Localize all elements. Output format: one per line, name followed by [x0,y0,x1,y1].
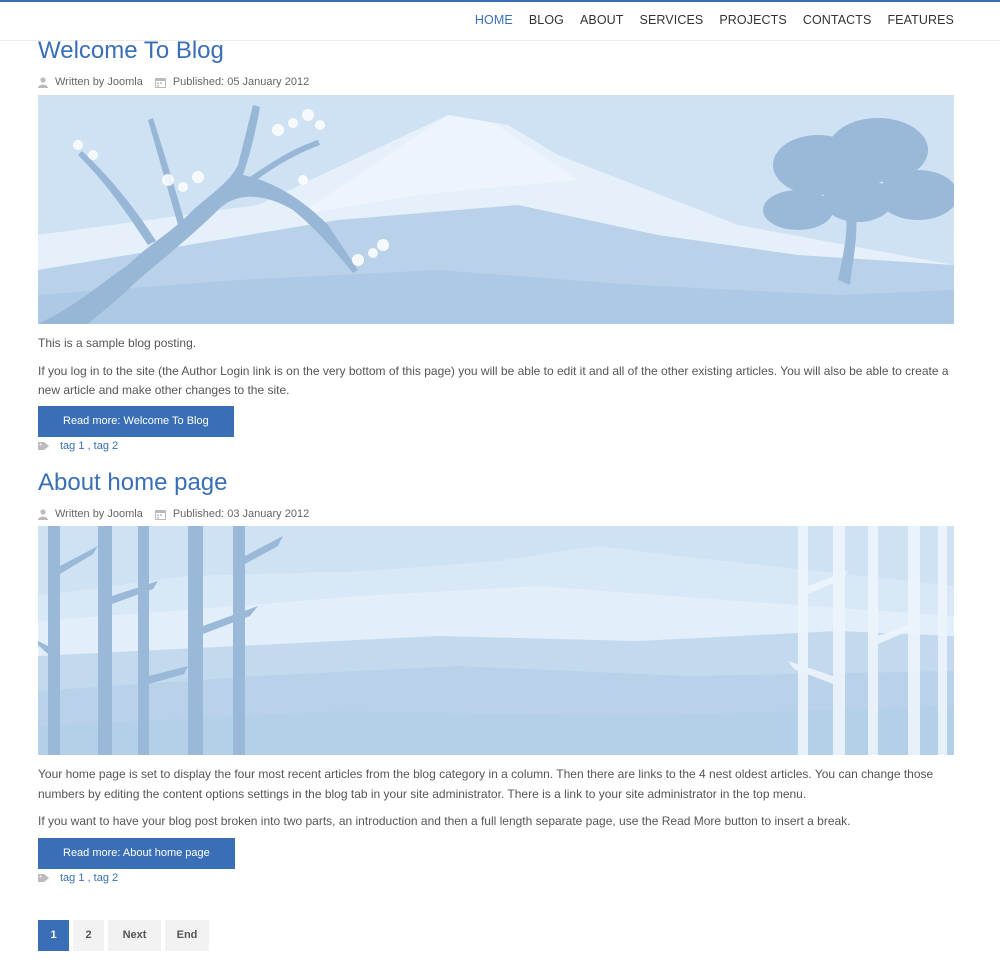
page-current[interactable]: 1 [38,920,69,951]
article-tags: tag 1 , tag 2 [38,440,118,452]
nav-item-services[interactable]: SERVICES [640,13,704,27]
article-paragraph: If you log in to the site (the Author Lo… [38,363,949,398]
article-meta: Written by Joomla Published: 03 January … [38,507,954,521]
nav-item-contacts[interactable]: CONTACTS [803,13,872,27]
article-welcome: Welcome To Blog Written by Joomla Publis… [38,37,954,452]
calendar-icon [154,509,166,520]
article-paragraph: Your home page is set to display the fou… [38,767,934,801]
tag-icon [38,874,49,882]
page-link[interactable]: 2 [73,920,104,951]
article-title[interactable]: Welcome To Blog [38,37,954,65]
article-about-home: About home page Written by Joomla Publis… [38,469,954,884]
tag-link[interactable]: tag 1 [60,440,84,452]
published-meta: Published: 03 January 2012 [154,508,310,520]
article-tags: tag 1 , tag 2 [38,872,118,884]
author-name: Written by Joomla [55,76,143,88]
author-meta: Written by Joomla [38,508,143,520]
nav-item-blog[interactable]: BLOG [529,13,564,27]
read-more-button[interactable]: Read more: About home page [38,838,235,869]
published-date: Published: 03 January 2012 [172,508,310,520]
tag-link[interactable]: tag 2 [94,872,118,884]
top-accent-line [0,0,1000,2]
author-meta: Written by Joomla [38,76,143,88]
user-icon [38,76,48,88]
article-image [38,95,954,324]
article-paragraph: This is a sample blog posting. [38,336,197,350]
nav-item-projects[interactable]: PROJECTS [719,13,786,27]
author-name: Written by Joomla [55,508,143,520]
article-title[interactable]: About home page [38,469,954,497]
article-paragraph: If you want to have your blog post broke… [38,814,851,828]
pagination: 1 2 Next End [38,920,213,951]
article-image [38,526,954,755]
published-meta: Published: 05 January 2012 [154,76,310,88]
tag-link[interactable]: tag 2 [94,440,118,452]
calendar-icon [154,77,166,88]
next-page-button[interactable]: Next [108,920,161,951]
tag-icon [38,442,49,450]
nav-item-about[interactable]: ABOUT [580,13,624,27]
nav-item-features[interactable]: FEATURES [887,13,954,27]
article-meta: Written by Joomla Published: 05 January … [38,75,954,89]
user-icon [38,508,48,520]
published-date: Published: 05 January 2012 [172,76,310,88]
end-page-button[interactable]: End [165,920,209,951]
main-nav: HOME BLOG ABOUT SERVICES PROJECTS CONTAC… [459,13,954,27]
read-more-button[interactable]: Read more: Welcome To Blog [38,406,234,437]
tag-link[interactable]: tag 1 [60,872,84,884]
nav-item-home[interactable]: HOME [475,13,513,27]
